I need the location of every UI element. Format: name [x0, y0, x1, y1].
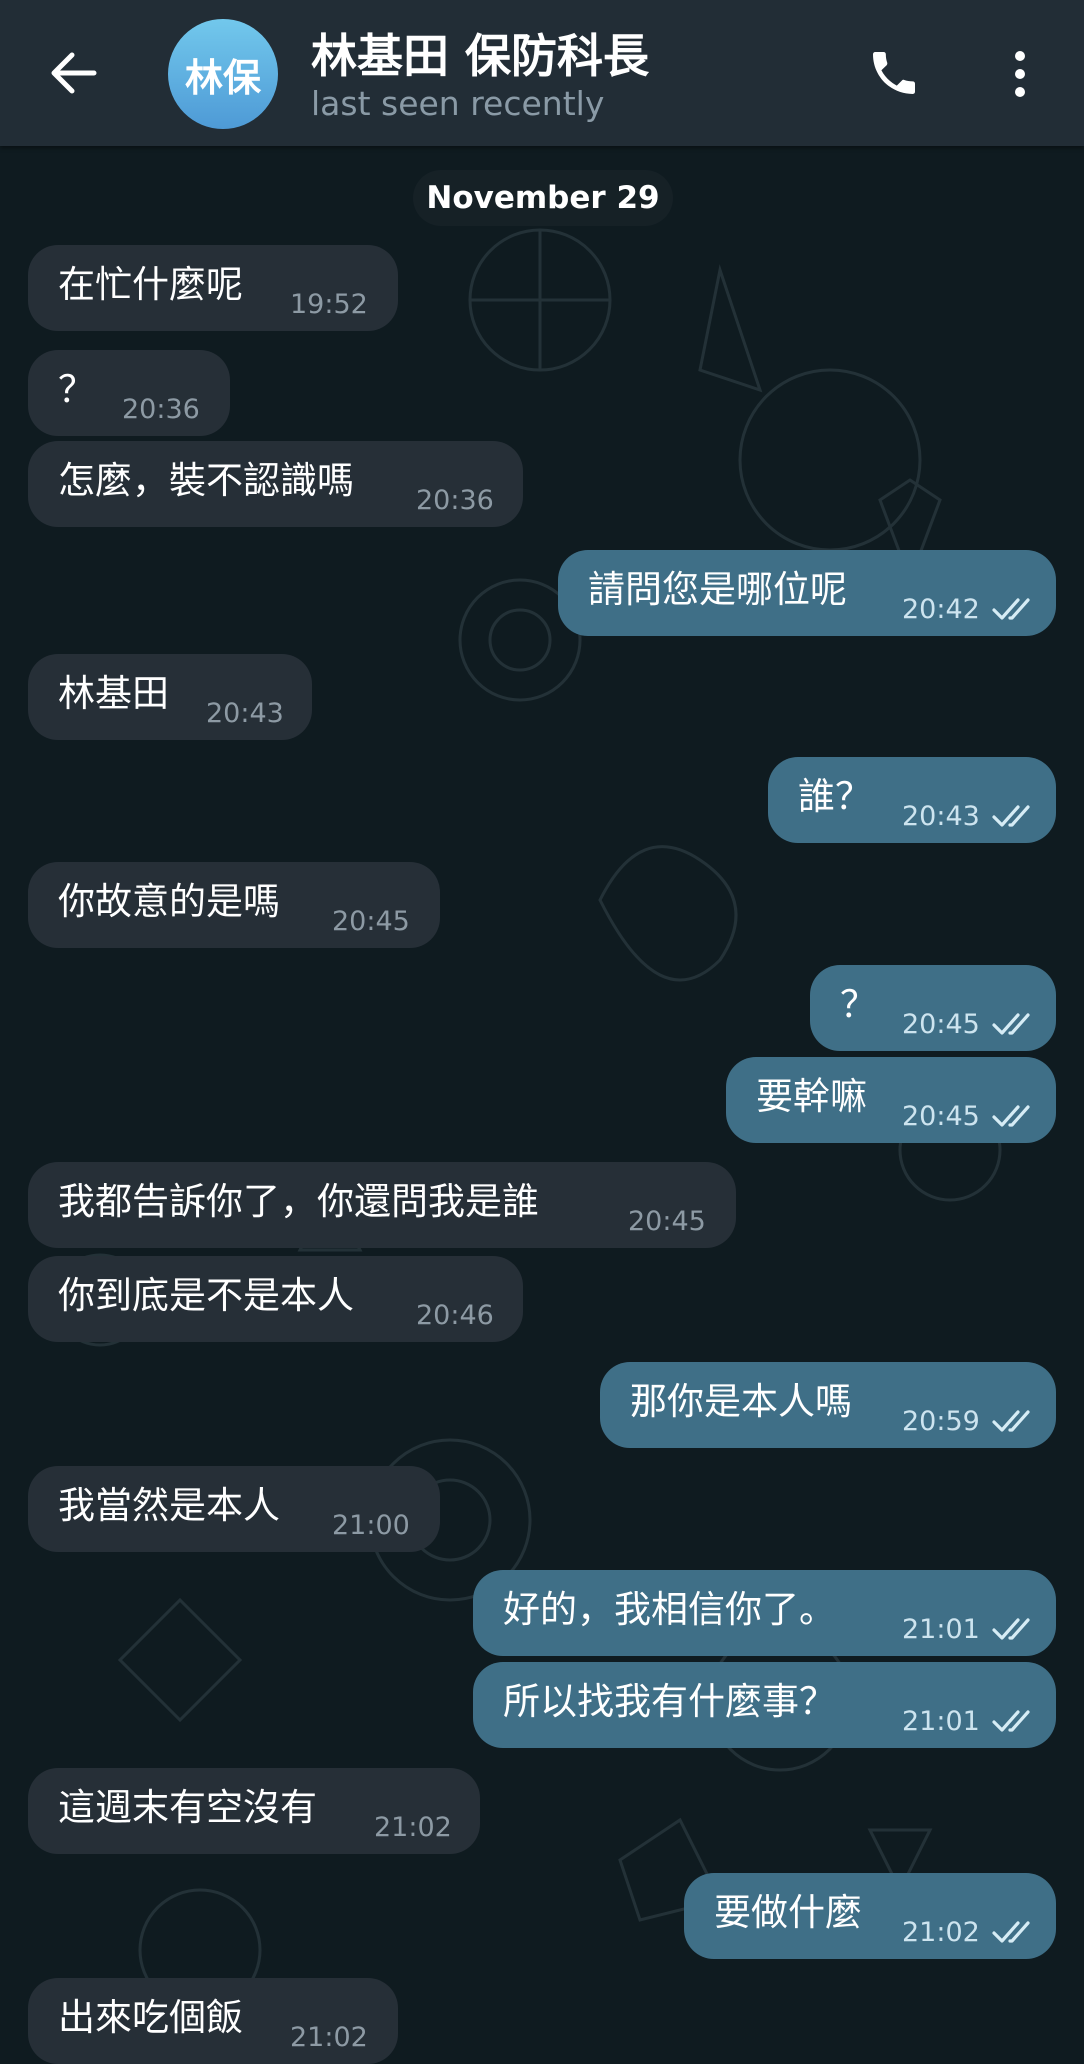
double-check-icon [992, 1618, 1030, 1640]
double-check-icon [992, 1013, 1030, 1035]
message-text: ？ [840, 983, 877, 1026]
message-bubble-incoming[interactable]: 這週末有空沒有 21:02 [28, 1768, 480, 1854]
chat-header: 林保 林基田 保防科長 last seen recently [0, 0, 1084, 146]
double-check-icon [992, 1410, 1030, 1432]
message-text: ？ [58, 368, 95, 411]
message-text: 我都告訴你了，你還問我是誰 [58, 1180, 539, 1223]
double-check-icon [992, 1105, 1030, 1127]
message-text: 林基田 [58, 672, 169, 715]
message-bubble-incoming[interactable]: 在忙什麼呢 19:52 [28, 245, 398, 331]
message-bubble-incoming[interactable]: 怎麼，裝不認識嗎 20:36 [28, 441, 523, 527]
message-time: 20:59 [902, 1406, 980, 1437]
message-time: 20:43 [206, 698, 284, 729]
double-check-icon [992, 805, 1030, 827]
message-time: 20:36 [416, 485, 494, 516]
message-bubble-outgoing[interactable]: 所以找我有什麼事？ 21:01 [473, 1662, 1056, 1748]
message-time: 20:46 [416, 1300, 494, 1331]
message-bubble-incoming[interactable]: 我都告訴你了，你還問我是誰 20:45 [28, 1162, 736, 1248]
chat-status: last seen recently [311, 84, 605, 123]
message-text: 好的，我相信你了。 [503, 1588, 836, 1631]
message-time: 20:45 [628, 1206, 706, 1237]
message-bubble-outgoing[interactable]: 要幹嘛 20:45 [726, 1057, 1056, 1143]
message-text: 要做什麼 [714, 1891, 862, 1934]
arrow-left-icon[interactable] [40, 40, 106, 106]
message-time: 20:45 [902, 1101, 980, 1132]
message-time: 21:01 [902, 1614, 980, 1645]
message-time: 21:02 [374, 1812, 452, 1843]
message-bubble-outgoing[interactable]: ？ 20:45 [810, 965, 1056, 1051]
message-time: 20:42 [902, 594, 980, 625]
date-separator: November 29 [413, 170, 673, 226]
message-text: 這週末有空沒有 [58, 1786, 317, 1829]
message-bubble-outgoing[interactable]: 誰？ 20:43 [768, 757, 1056, 843]
avatar[interactable]: 林保 [168, 19, 278, 129]
message-time: 19:52 [290, 289, 368, 320]
double-check-icon [992, 1921, 1030, 1943]
message-bubble-outgoing[interactable]: 請問您是哪位呢 20:42 [558, 550, 1056, 636]
message-time: 20:43 [902, 801, 980, 832]
message-bubble-incoming[interactable]: 出來吃個飯 21:02 [28, 1978, 398, 2064]
message-text: 你到底是不是本人 [58, 1274, 354, 1317]
message-text: 我當然是本人 [58, 1484, 280, 1527]
message-bubble-incoming[interactable]: ？ 20:36 [28, 350, 230, 436]
message-text: 怎麼，裝不認識嗎 [58, 459, 354, 502]
message-bubble-outgoing[interactable]: 那你是本人嗎 20:59 [600, 1362, 1056, 1448]
message-bubble-incoming[interactable]: 你故意的是嗎 20:45 [28, 862, 440, 948]
message-text: 誰？ [798, 775, 872, 818]
message-text: 出來吃個飯 [58, 1996, 243, 2039]
message-bubble-incoming[interactable]: 你到底是不是本人 20:46 [28, 1256, 523, 1342]
message-bubble-outgoing[interactable]: 好的，我相信你了。 21:01 [473, 1570, 1056, 1656]
message-text: 要幹嘛 [756, 1075, 867, 1118]
message-time: 20:45 [902, 1009, 980, 1040]
message-time: 21:02 [290, 2022, 368, 2053]
message-text: 所以找我有什麼事？ [503, 1680, 836, 1723]
double-check-icon [992, 1710, 1030, 1732]
more-vertical-icon[interactable] [1004, 46, 1036, 102]
double-check-icon [992, 598, 1030, 620]
message-bubble-outgoing[interactable]: 要做什麼 21:02 [684, 1873, 1056, 1959]
message-text: 你故意的是嗎 [58, 880, 280, 923]
message-time: 21:01 [902, 1706, 980, 1737]
message-time: 21:02 [902, 1917, 980, 1948]
message-time: 20:45 [332, 906, 410, 937]
message-text: 那你是本人嗎 [630, 1380, 852, 1423]
chat-title[interactable]: 林基田 保防科長 [311, 20, 649, 86]
message-text: 請問您是哪位呢 [588, 568, 847, 611]
message-text: 在忙什麼呢 [58, 263, 243, 306]
phone-icon[interactable] [866, 44, 922, 102]
message-time: 21:00 [332, 1510, 410, 1541]
message-time: 20:36 [122, 394, 200, 425]
message-bubble-incoming[interactable]: 我當然是本人 21:00 [28, 1466, 440, 1552]
message-bubble-incoming[interactable]: 林基田 20:43 [28, 654, 312, 740]
